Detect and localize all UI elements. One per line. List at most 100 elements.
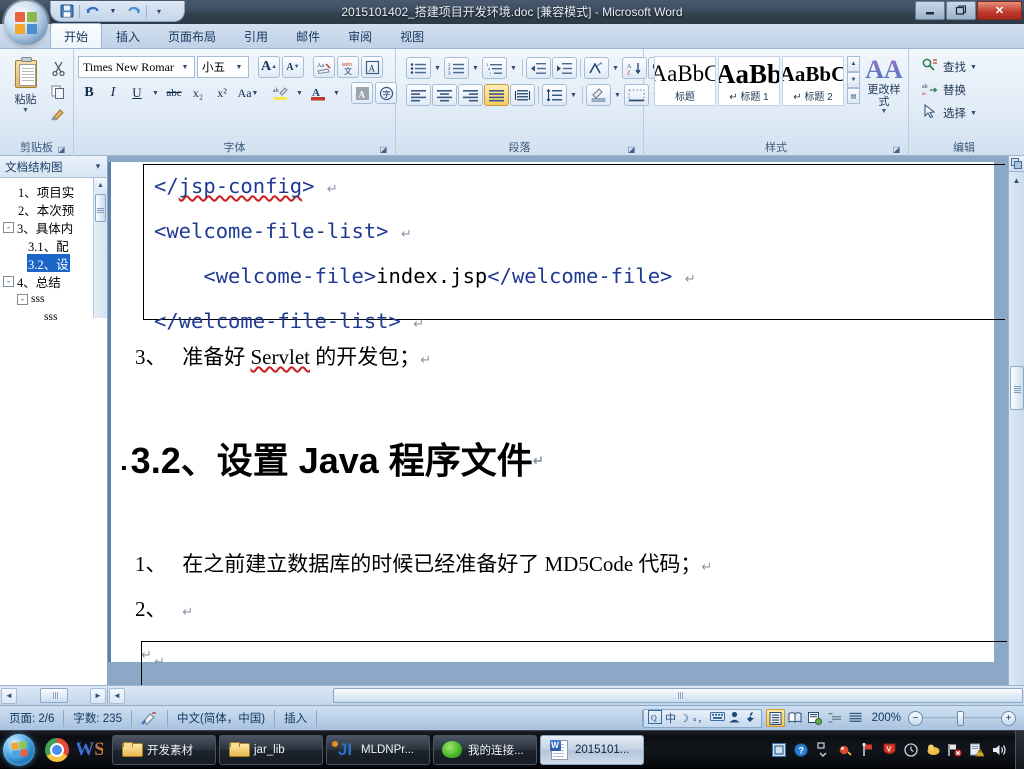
tab-references[interactable]: 引用 (230, 24, 282, 48)
show-desktop-button[interactable] (1015, 730, 1024, 769)
tab-mailings[interactable]: 邮件 (282, 24, 334, 48)
font-name-combo[interactable]: Times New Romar ▼ (78, 56, 195, 78)
style-card-heading2[interactable]: AaBbC ↵ 标题 2 (782, 56, 844, 106)
zoom-in-button[interactable]: + (1001, 710, 1016, 726)
distributed-align-icon[interactable] (510, 84, 535, 106)
replace-button[interactable]: ab ac 替换 (919, 79, 969, 101)
half-width-icon[interactable]: ☽ (679, 712, 689, 725)
tab-home[interactable]: 开始 (50, 23, 103, 48)
ime-user-icon[interactable] (728, 711, 741, 726)
document-map-close-icon[interactable]: ▾ (91, 161, 105, 172)
split-window-icon[interactable] (1009, 156, 1024, 172)
zoom-track[interactable] (923, 710, 1001, 726)
undo-dropdown-arrow-icon[interactable]: ▼ (104, 3, 122, 20)
enclose-character-icon[interactable]: 字 (375, 82, 397, 104)
select-button[interactable]: 选择 ▼ (919, 102, 980, 124)
paste-dropdown-arrow-icon[interactable]: ▼ (22, 107, 29, 114)
chrome-icon[interactable] (44, 737, 70, 763)
volume-icon[interactable] (991, 742, 1007, 758)
shield-icon[interactable]: V (881, 742, 897, 758)
ime-logo-icon[interactable]: Q (648, 709, 663, 727)
zoom-out-button[interactable]: − (908, 710, 923, 726)
font-color-icon[interactable]: A (307, 82, 329, 104)
align-right-icon[interactable] (458, 84, 483, 106)
change-styles-dropdown-arrow-icon[interactable]: ▼ (881, 108, 888, 115)
scroll-right-arrow-icon[interactable]: ► (90, 687, 106, 704)
style-more-button[interactable]: ▤ (847, 88, 860, 104)
font-dialog-launcher[interactable]: ◪ (378, 144, 389, 155)
style-scroll-down-button[interactable]: ▼ (847, 72, 860, 88)
scrollbar-thumb[interactable] (39, 688, 68, 703)
asian-layout-dropdown-arrow-icon[interactable]: ▼ (610, 57, 621, 79)
punctuation-icon[interactable]: ∘， (692, 712, 707, 725)
list-item[interactable]: 2、本次预 (3, 200, 107, 218)
change-case-button[interactable]: Aa ▼ (235, 82, 261, 104)
draft-icon[interactable] (846, 709, 865, 727)
style-card-heading1[interactable]: AaBb ↵ 标题 1 (718, 56, 780, 106)
scroll-up-arrow-icon[interactable]: ▲ (94, 178, 107, 192)
close-button[interactable]: ✕ (977, 1, 1022, 20)
align-center-icon[interactable] (432, 84, 457, 106)
list-item[interactable]: - 3、具体内 (3, 218, 107, 236)
font-size-combo[interactable]: 小五 ▼ (197, 56, 249, 78)
flag-pin-icon[interactable] (859, 742, 875, 758)
scrollbar-track[interactable] (125, 688, 1023, 703)
proofing-errors-icon[interactable] (132, 709, 168, 727)
phonetic-guide-icon[interactable]: wén 文 (337, 56, 359, 78)
underline-dropdown-arrow-icon[interactable]: ▼ (150, 82, 161, 104)
align-justify-icon[interactable] (484, 84, 509, 106)
customize-icon[interactable]: ▾ (150, 3, 168, 20)
document-map-hscrollbar[interactable]: ◄ ► (0, 686, 108, 705)
collapse-icon[interactable]: - (3, 221, 14, 233)
superscript-button[interactable]: x² (211, 82, 233, 104)
help-icon[interactable]: ? (793, 742, 809, 758)
network-error-icon[interactable] (947, 742, 963, 758)
office-button[interactable] (4, 1, 48, 45)
numbering-dropdown-arrow-icon[interactable]: ▼ (470, 57, 481, 79)
scrollbar-thumb[interactable] (1010, 366, 1024, 410)
taskbar-item-my-connection[interactable]: 我的连接... (433, 734, 537, 765)
list-item[interactable]: sss (3, 308, 107, 326)
tab-view[interactable]: 视图 (386, 24, 438, 48)
full-screen-reading-icon[interactable] (786, 709, 805, 727)
collapse-icon[interactable]: - (3, 275, 14, 287)
character-border-icon[interactable]: A (361, 56, 383, 78)
paste-button[interactable]: 粘贴 ▼ (4, 54, 47, 114)
subscript-button[interactable]: x₂ (187, 82, 209, 104)
shading-dropdown-arrow-icon[interactable]: ▼ (612, 84, 623, 106)
redo-icon[interactable] (125, 3, 143, 20)
tab-page-layout[interactable]: 页面布局 (154, 24, 230, 48)
vertical-scrollbar[interactable]: ▲ (1008, 156, 1024, 685)
bold-button[interactable]: B (78, 82, 100, 104)
character-shading-icon[interactable]: A (351, 82, 373, 104)
language-indicator[interactable]: 中文(简体，中国) (168, 709, 276, 727)
paragraph-shading-icon[interactable] (586, 84, 611, 106)
print-layout-icon[interactable] (765, 709, 785, 727)
action-center-icon[interactable]: ! (969, 742, 985, 758)
find-button[interactable]: 查找 ▼ (919, 56, 980, 78)
chevron-down-icon[interactable]: ▼ (178, 57, 192, 77)
decrease-indent-icon[interactable] (526, 57, 551, 79)
save-icon[interactable] (58, 3, 76, 20)
scrollbar-thumb[interactable] (333, 688, 1023, 703)
taskbar-item-word-document[interactable]: W 2015101... (540, 734, 644, 765)
list-item-selected[interactable]: 3.2、设 (3, 254, 107, 272)
taskbar-item-folder-dev[interactable]: 开发素材 (112, 734, 216, 765)
ime-tools-icon[interactable] (744, 711, 757, 726)
list-item[interactable]: 1、项目实 (3, 182, 107, 200)
soft-keyboard-icon[interactable] (709, 711, 725, 725)
style-card-title[interactable]: AaBbC 标题 (654, 56, 716, 106)
minimize-button[interactable] (915, 1, 945, 20)
grow-font-button[interactable]: A ▲ (258, 56, 280, 78)
messenger-icon[interactable] (925, 742, 941, 758)
increase-indent-icon[interactable] (552, 57, 577, 79)
outline-icon[interactable] (826, 709, 845, 727)
document-page[interactable]: </jsp-config> ↵ <welcome-file-list> ↵ <w… (108, 162, 1007, 685)
asian-layout-icon[interactable] (584, 57, 609, 79)
find-dropdown-arrow-icon[interactable]: ▼ (970, 64, 977, 71)
webstorm-icon[interactable]: WS (75, 737, 105, 763)
shrink-font-button[interactable]: A ▼ (282, 56, 304, 78)
numbered-list-icon[interactable]: 123 (444, 57, 469, 79)
document-map-scrollbar[interactable]: ▲ (93, 178, 107, 318)
line-spacing-icon[interactable] (542, 84, 567, 106)
